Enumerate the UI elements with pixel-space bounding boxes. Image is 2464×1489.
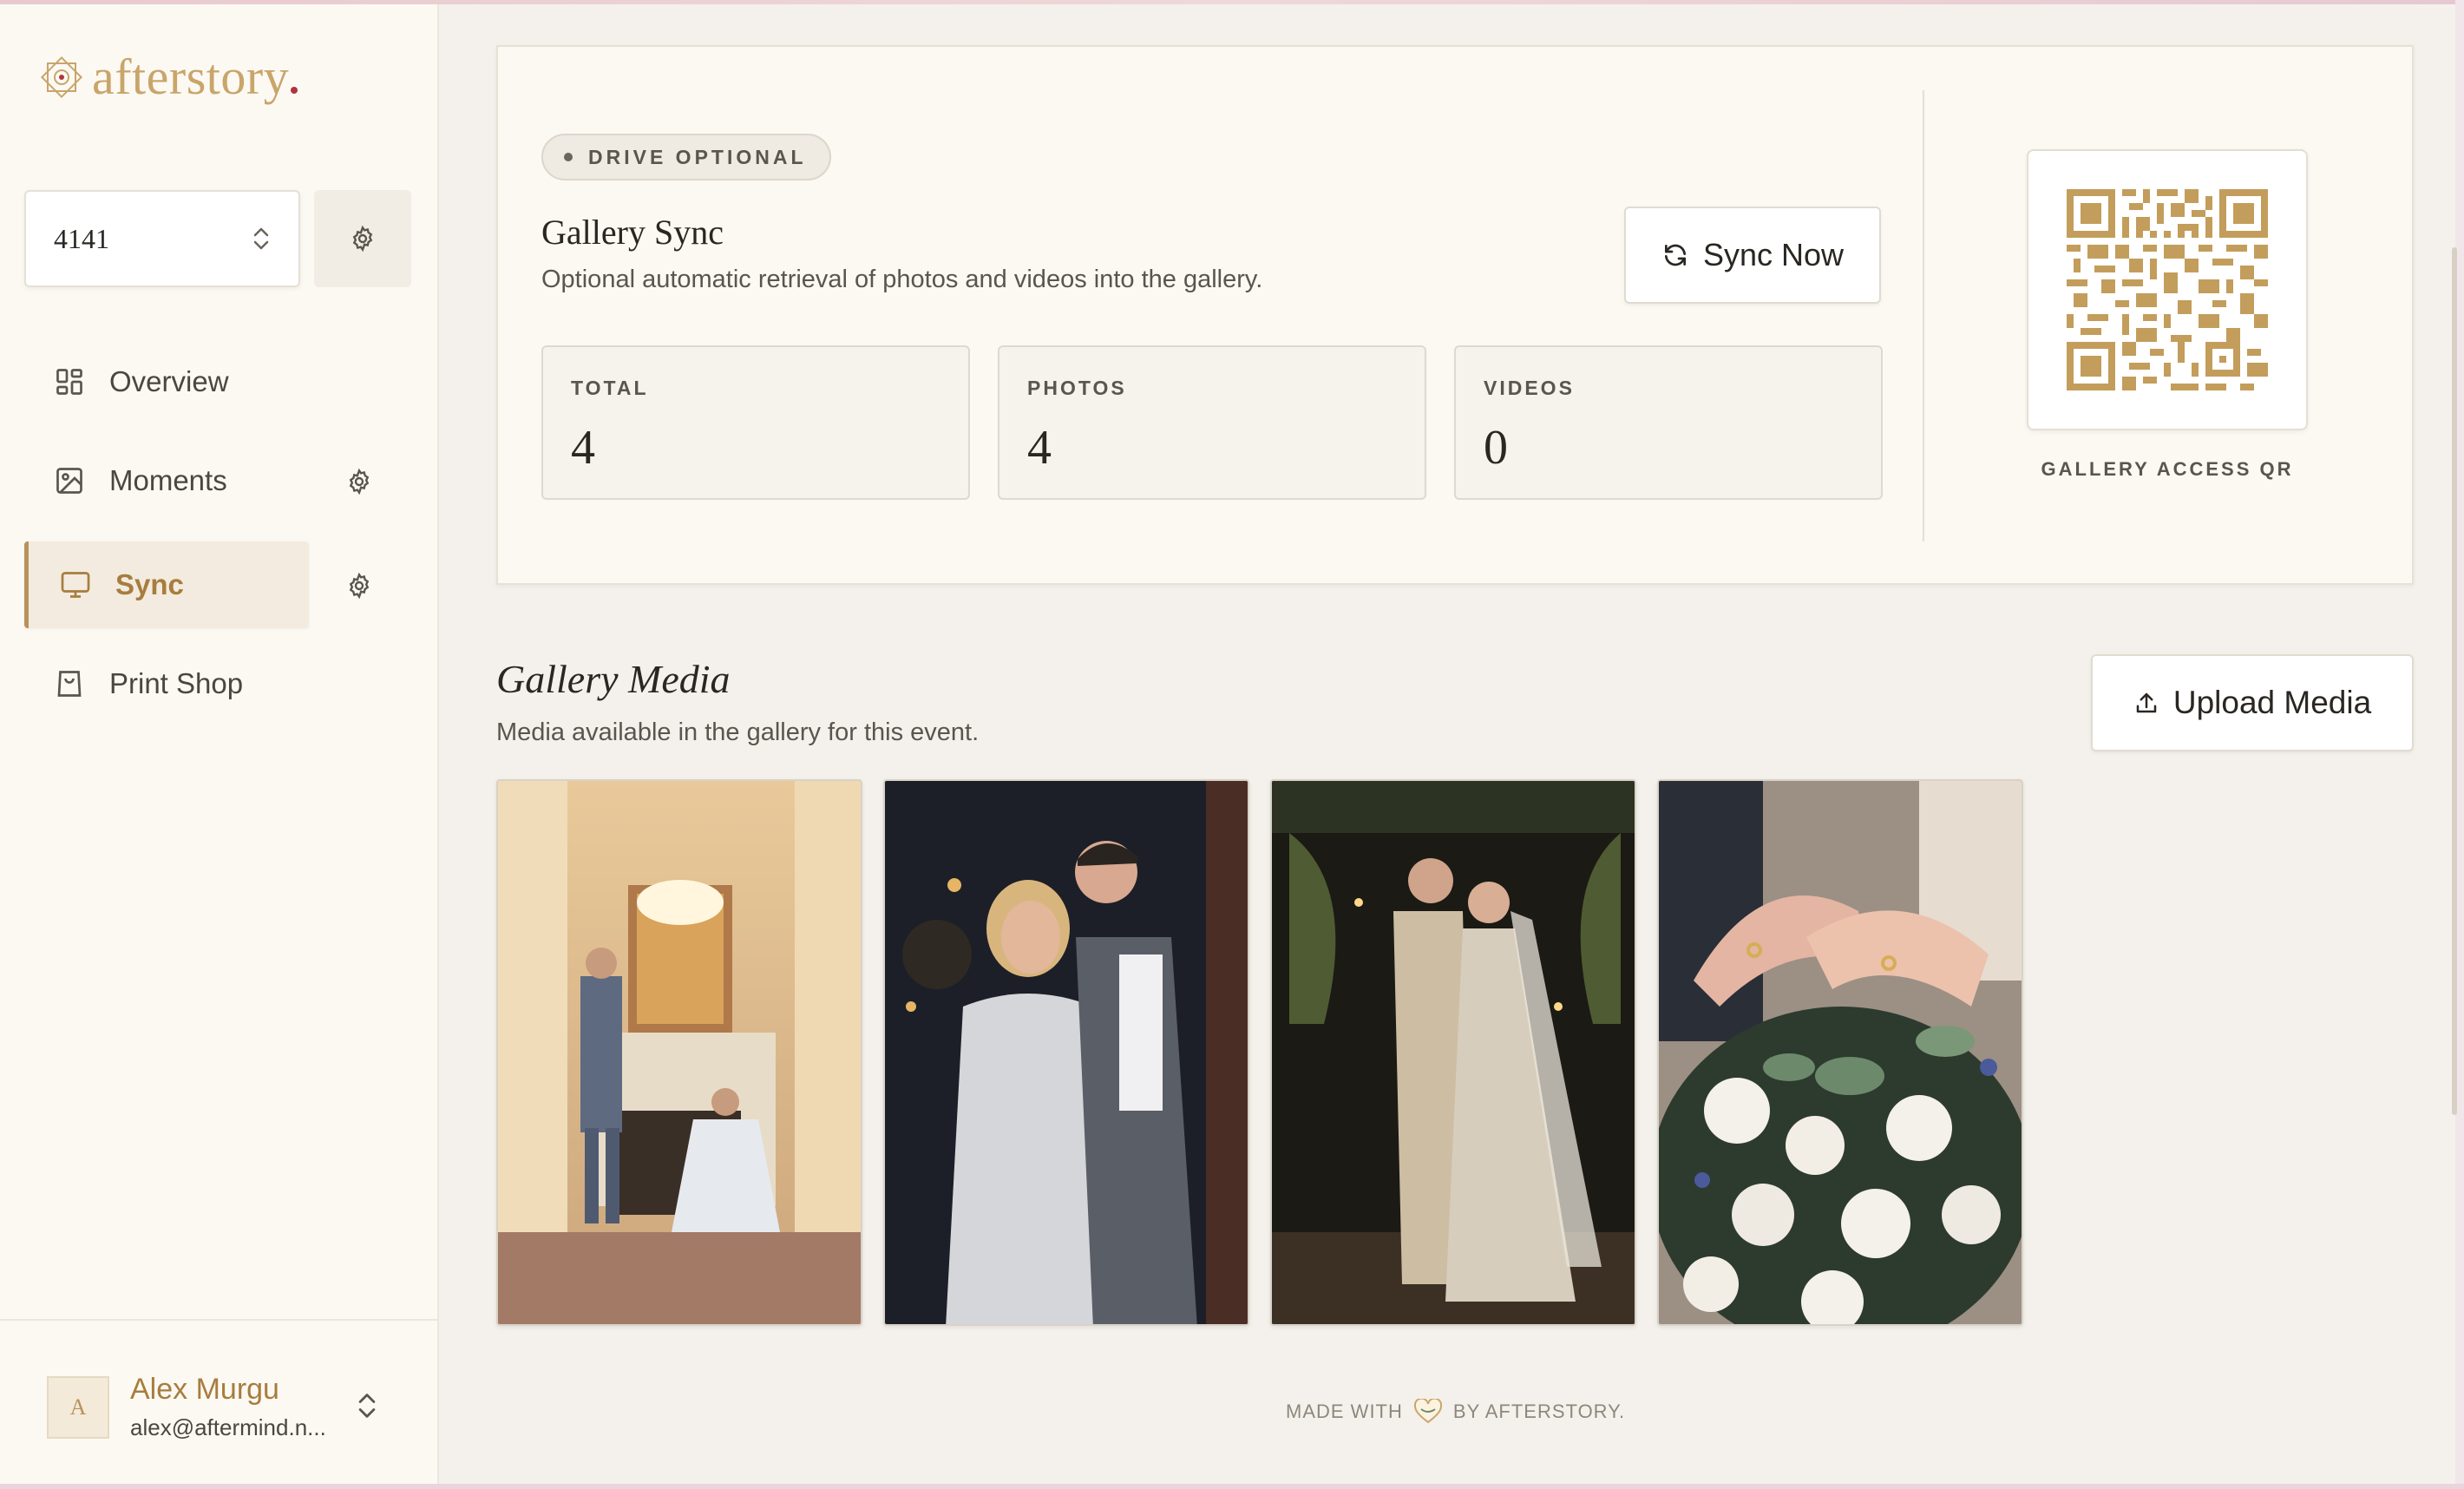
gallery-photo[interactable]: [883, 779, 1249, 1326]
sidebar-item-overview[interactable]: Overview: [24, 338, 311, 425]
photo-couple-embracing: [885, 781, 1248, 1324]
qr-code-icon: [2067, 189, 2268, 390]
gallery-qr-code[interactable]: [2027, 149, 2308, 430]
shopping-bag-icon: [57, 671, 82, 697]
sync-title: Gallery Sync: [541, 213, 724, 252]
chevron-up-down-icon[interactable]: [356, 1390, 378, 1421]
gear-icon: [349, 468, 370, 495]
stat-value: 4: [571, 421, 595, 475]
upload-icon: [2136, 692, 2157, 713]
avatar: A: [47, 1376, 109, 1439]
gear-icon: [349, 572, 370, 600]
user-name: Alex Murgu: [130, 1373, 279, 1406]
stat-photos: PHOTOS 4: [998, 345, 1426, 500]
event-settings-button[interactable]: [314, 190, 411, 287]
moments-settings-button[interactable]: [345, 464, 373, 499]
sidebar-item-sync[interactable]: Sync: [24, 541, 309, 628]
logo-mark-icon: [40, 56, 83, 98]
footer: MADE WITH BY AFTERSTORY.: [1286, 1399, 1625, 1425]
badge-label: DRIVE OPTIONAL: [588, 145, 807, 168]
gear-icon: [352, 225, 373, 253]
upload-media-label: Upload Media: [2172, 685, 2372, 720]
stat-value: 4: [1027, 421, 1052, 475]
grid-icon: [56, 369, 82, 395]
sidebar-item-label: Print Shop: [109, 667, 244, 699]
heart-icon: [1413, 1399, 1442, 1424]
image-icon: [56, 468, 82, 494]
gallery-sync-card: DRIVE OPTIONAL Gallery Sync Optional aut…: [496, 45, 2414, 585]
brand-name: afterstory: [92, 49, 290, 105]
brand-dot: [291, 86, 298, 94]
footer-text-left: MADE WITH: [1286, 1400, 1403, 1422]
user-menu[interactable]: A Alex Murgu alex@aftermind.n...: [0, 1319, 439, 1488]
sidebar: afterstory 4141 Overview Moments Sync Pr…: [0, 4, 439, 1484]
stat-label: TOTAL: [571, 377, 649, 399]
stat-value: 0: [1484, 421, 1508, 475]
monitor-icon: [61, 572, 90, 598]
sync-now-button[interactable]: Sync Now: [1624, 207, 1881, 304]
user-email: alex@aftermind.n...: [130, 1414, 326, 1440]
gallery-photo[interactable]: [1657, 779, 2023, 1326]
gallery-photo[interactable]: [1270, 779, 1636, 1326]
event-selector[interactable]: 4141: [24, 190, 300, 287]
scrollbar[interactable]: [2452, 247, 2457, 1115]
stat-total: TOTAL 4: [541, 345, 970, 500]
badge-dot: [564, 153, 573, 161]
chevron-up-down-icon: [253, 227, 269, 250]
brand-logo[interactable]: afterstory: [36, 48, 298, 106]
sync-settings-button[interactable]: [345, 568, 373, 603]
stat-label: PHOTOS: [1027, 377, 1127, 399]
gallery-photo[interactable]: [496, 779, 862, 1326]
status-badge: DRIVE OPTIONAL: [541, 134, 831, 180]
sync-now-label: Sync Now: [1702, 237, 1845, 272]
divider: [1923, 90, 1924, 541]
photo-couple-dancing: [1272, 781, 1635, 1324]
sidebar-item-moments[interactable]: Moments: [24, 437, 311, 524]
refresh-icon: [1664, 244, 1686, 266]
photo-hands-bouquet: [1659, 781, 2022, 1324]
sidebar-item-label: Sync: [115, 568, 184, 600]
sidebar-item-print-shop[interactable]: Print Shop: [24, 640, 311, 727]
stat-label: VIDEOS: [1484, 377, 1575, 399]
gallery-media-title: Gallery Media: [496, 657, 731, 701]
photo-couple-fireplace: [498, 781, 861, 1324]
upload-media-button[interactable]: Upload Media: [2091, 654, 2414, 751]
footer-text-right: BY AFTERSTORY.: [1452, 1400, 1626, 1422]
qr-label: GALLERY ACCESS QR: [2041, 458, 2294, 480]
sidebar-item-label: Moments: [109, 464, 227, 496]
stat-videos: VIDEOS 0: [1454, 345, 1883, 500]
sidebar-item-label: Overview: [109, 365, 229, 397]
event-selector-value: 4141: [54, 222, 109, 254]
gallery-media-subtitle: Media available in the gallery for this …: [496, 718, 980, 746]
sync-subtitle: Optional automatic retrieval of photos a…: [541, 266, 1263, 293]
